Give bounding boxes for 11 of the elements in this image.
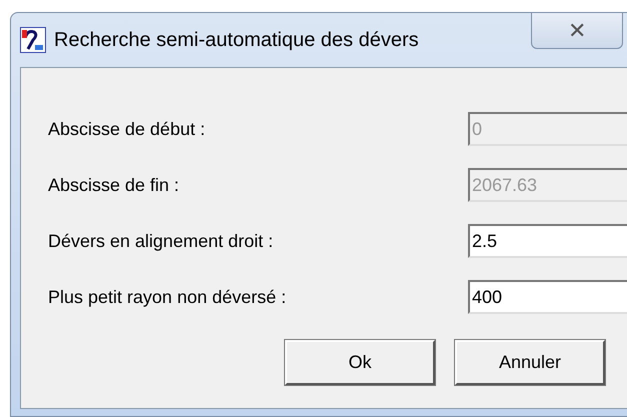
input-field[interactable]: 2.5 [468, 224, 627, 258]
dialog-button[interactable]: Ok [285, 340, 435, 385]
window-title: Recherche semi-automatique des dévers [54, 28, 419, 53]
field-label: Abscisse de fin : [48, 174, 180, 196]
dialog-button[interactable]: Annuler [455, 340, 605, 385]
input-field[interactable]: 400 [468, 280, 627, 314]
field-label: Abscisse de début : [48, 118, 206, 140]
field-label: Dévers en alignement droit : [48, 230, 274, 253]
close-button[interactable]: ✕ [531, 12, 623, 49]
app-icon [20, 27, 46, 53]
field-label: Plus petit rayon non déversé : [48, 286, 288, 309]
